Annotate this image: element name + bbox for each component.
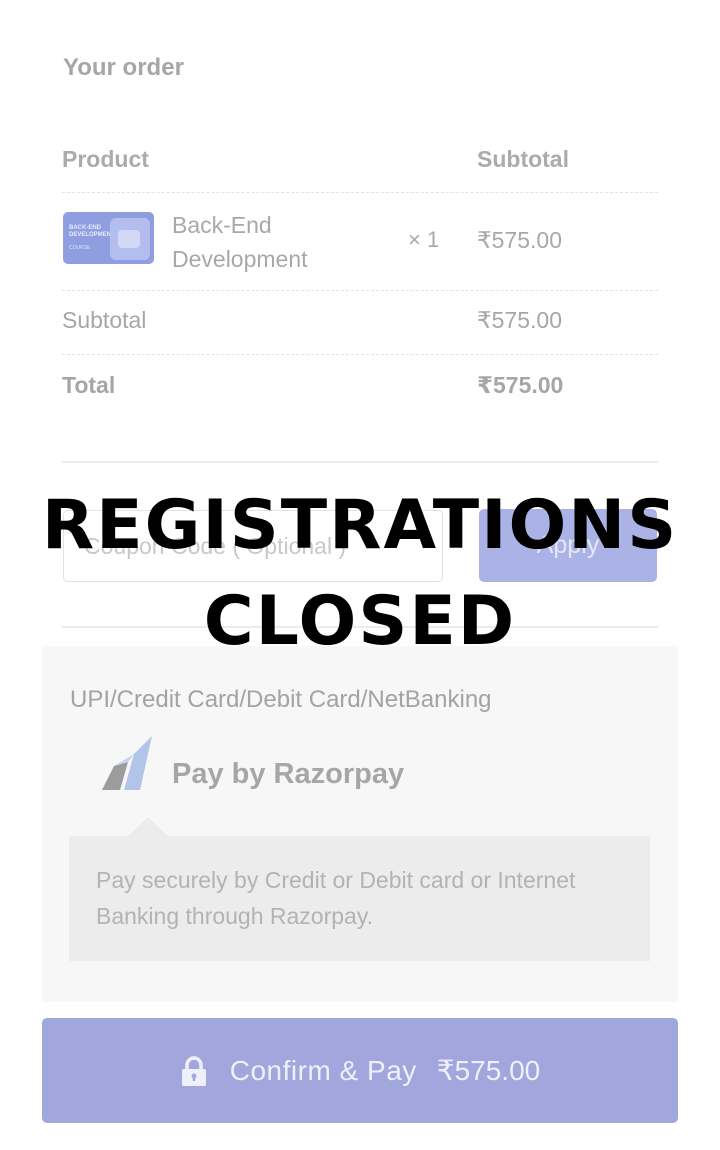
confirm-pay-button[interactable]: Confirm & Pay ₹575.00 (42, 1018, 678, 1123)
overlay-line-1: REGISTRATIONS (41, 486, 679, 565)
product-column-header: Product (62, 146, 149, 172)
product-quantity: × 1 (408, 227, 440, 252)
razorpay-logo (102, 736, 152, 790)
total-value: ₹575.00 (477, 372, 564, 398)
order-title: Your order (63, 54, 184, 81)
payment-methods: UPI/Credit Card/Debit Card/NetBanking Pa… (42, 646, 678, 1002)
checkout-page: Your order Product Subtotal BACK-END DEVE… (0, 0, 720, 1150)
subtotal-column-header: Subtotal (477, 146, 569, 172)
payment-description: Pay securely by Credit or Debit card or … (96, 867, 576, 929)
razorpay-label[interactable]: Pay by Razorpay (172, 758, 404, 791)
total-row: Total ₹575.00 (62, 355, 658, 419)
payment-description-box: Pay securely by Credit or Debit card or … (69, 836, 650, 961)
divider (62, 461, 658, 463)
thumbnail-illustration (110, 218, 150, 260)
subtotal-row: Subtotal ₹575.00 (62, 291, 658, 355)
table-row: BACK-END DEVELOPMENT COURSE Back-End Deve… (62, 193, 658, 291)
product-name[interactable]: Back-End Development (172, 208, 372, 276)
subtotal-label: Subtotal (62, 307, 147, 333)
thumbnail-tag: COURSE (69, 245, 91, 251)
product-price: ₹575.00 (477, 227, 562, 253)
payment-method-label[interactable]: UPI/Credit Card/Debit Card/NetBanking (70, 686, 492, 714)
order-table: Product Subtotal BACK-END DEVELOPMENT COU… (62, 140, 658, 419)
subtotal-value: ₹575.00 (477, 307, 562, 333)
description-pointer (128, 817, 168, 836)
total-label: Total (62, 372, 116, 398)
confirm-pay-label: Confirm & Pay (229, 1054, 417, 1086)
confirm-pay-amount: ₹575.00 (436, 1055, 541, 1086)
thumbnail-title: BACK-END DEVELOPMENT (69, 225, 115, 238)
table-header: Product Subtotal (62, 140, 658, 193)
lock-icon (181, 1055, 206, 1086)
overlay-line-2: CLOSED (203, 582, 517, 661)
product-thumbnail[interactable]: BACK-END DEVELOPMENT COURSE (63, 212, 154, 264)
registrations-closed-overlay: REGISTRATIONS CLOSED (0, 478, 720, 670)
